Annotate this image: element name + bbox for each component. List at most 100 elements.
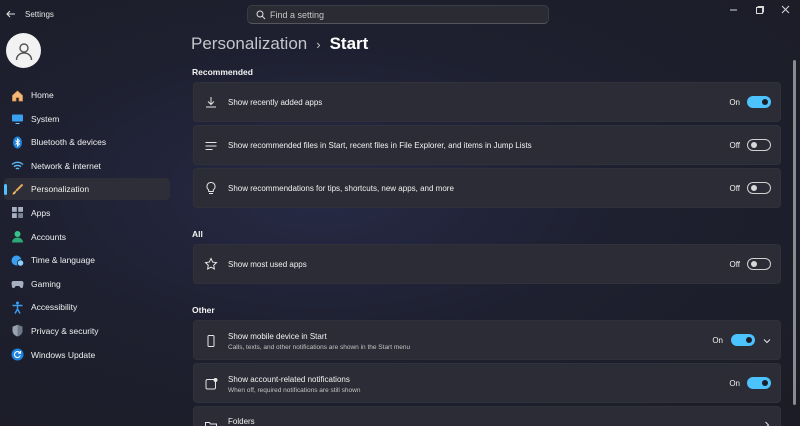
toggle-knob xyxy=(750,142,757,148)
download-icon xyxy=(204,95,218,109)
sidebar-item-label: Apps xyxy=(31,207,51,218)
search-box[interactable] xyxy=(247,5,549,24)
sidebar-item-label: Time & language xyxy=(31,255,95,266)
phone-icon xyxy=(204,334,218,348)
setting-account-notifications[interactable]: Show account-related notifications When … xyxy=(193,363,781,403)
back-button[interactable] xyxy=(4,7,18,21)
setting-description: When off, required notifications are sti… xyxy=(228,387,361,394)
globe-clock-icon xyxy=(11,254,24,267)
back-arrow-icon xyxy=(6,10,15,18)
accounts-icon xyxy=(11,230,24,243)
notification-dot-icon xyxy=(204,377,218,391)
sidebar-item-personalization[interactable]: Personalization xyxy=(4,178,170,201)
sidebar-item-apps[interactable]: Apps xyxy=(4,202,170,224)
breadcrumb-separator: › xyxy=(316,36,321,52)
setting-mobile-device[interactable]: Show mobile device in Start Calls, texts… xyxy=(193,320,781,360)
sidebar-item-label: System xyxy=(31,113,60,124)
brush-icon xyxy=(11,183,24,196)
toggle-state-text: Off xyxy=(729,141,740,150)
sidebar-item-time-language[interactable]: Time & language xyxy=(4,249,170,271)
setting-most-used-apps[interactable]: Show most used apps Off xyxy=(193,244,781,284)
shield-icon xyxy=(11,324,24,337)
sidebar-item-gaming[interactable]: Gaming xyxy=(4,273,170,295)
toggle-recently-added-apps[interactable] xyxy=(747,96,771,108)
setting-label: Show recently added apps xyxy=(228,98,323,107)
setting-folders[interactable]: Folders xyxy=(193,406,781,426)
sidebar-item-accessibility[interactable]: Accessibility xyxy=(4,296,170,318)
setting-label: Show recommended files in Start, recent … xyxy=(228,141,532,150)
toggle-recommendations-tips[interactable] xyxy=(747,182,771,194)
toggle-state-text: On xyxy=(729,379,740,388)
accessibility-icon xyxy=(11,301,24,314)
gamepad-icon xyxy=(11,277,24,290)
close-icon xyxy=(781,5,790,14)
restore-icon xyxy=(756,6,764,14)
setting-recommendations-tips[interactable]: Show recommendations for tips, shortcuts… xyxy=(193,168,781,208)
setting-label: Show recommendations for tips, shortcuts… xyxy=(228,184,454,193)
avatar[interactable] xyxy=(6,33,41,68)
sidebar-item-label: Accounts xyxy=(31,231,66,242)
toggle-knob xyxy=(762,99,768,105)
toggle-recommended-files[interactable] xyxy=(747,139,771,151)
setting-recently-added-apps[interactable]: Show recently added apps On xyxy=(193,82,781,122)
user-icon xyxy=(15,42,32,60)
update-icon xyxy=(11,348,24,361)
toggle-knob xyxy=(746,337,752,343)
toggle-mobile-device[interactable] xyxy=(731,334,755,346)
breadcrumb-parent[interactable]: Personalization xyxy=(191,34,307,54)
maximize-button[interactable] xyxy=(753,4,767,16)
section-title-other: Other xyxy=(192,305,215,315)
section-title-recommended: Recommended xyxy=(192,67,253,77)
setting-label: Folders xyxy=(228,417,255,426)
sidebar-item-windows-update[interactable]: Windows Update xyxy=(4,344,170,366)
page-title: Start xyxy=(329,34,369,53)
toggle-most-used-apps[interactable] xyxy=(747,258,771,270)
sidebar-item-privacy-security[interactable]: Privacy & security xyxy=(4,320,170,342)
search-input[interactable] xyxy=(270,8,540,22)
sidebar-item-label: Bluetooth & devices xyxy=(31,137,107,148)
toggle-knob xyxy=(750,185,757,191)
sidebar-item-label: Privacy & security xyxy=(31,325,99,336)
setting-label: Show most used apps xyxy=(228,260,307,269)
app-title: Settings xyxy=(25,10,54,19)
folder-icon xyxy=(204,419,218,426)
close-button[interactable] xyxy=(779,4,793,16)
system-icon xyxy=(11,112,24,125)
toggle-knob xyxy=(750,261,757,267)
title-bar: Settings xyxy=(0,0,800,30)
list-icon xyxy=(204,139,218,153)
section-title-all: All xyxy=(192,229,203,239)
star-icon xyxy=(204,257,218,271)
setting-description: Calls, texts, and other notifications ar… xyxy=(228,344,411,351)
sidebar-item-label: Accessibility xyxy=(31,302,78,313)
sidebar-item-system[interactable]: System xyxy=(4,108,170,130)
sidebar-item-label: Network & internet xyxy=(31,160,101,171)
breadcrumb: Personalization › Start xyxy=(191,34,368,54)
setting-recommended-files[interactable]: Show recommended files in Start, recent … xyxy=(193,125,781,165)
toggle-knob xyxy=(762,380,768,386)
apps-icon xyxy=(11,206,24,219)
toggle-state-text: Off xyxy=(729,260,740,269)
sidebar-item-network[interactable]: Network & internet xyxy=(4,155,170,177)
scrollbar-thumb[interactable] xyxy=(793,60,796,405)
sidebar-item-accounts[interactable]: Accounts xyxy=(4,226,170,248)
chevron-right-icon[interactable] xyxy=(762,420,772,426)
sidebar-item-label: Personalization xyxy=(31,184,90,195)
toggle-state-text: On xyxy=(712,336,723,345)
sidebar-item-bluetooth[interactable]: Bluetooth & devices xyxy=(4,131,170,153)
home-icon xyxy=(11,89,24,102)
minimize-button[interactable] xyxy=(727,4,741,16)
toggle-state-text: On xyxy=(729,98,740,107)
sidebar-nav: Home System Bluetooth & devices Network … xyxy=(4,84,170,367)
setting-label: Show mobile device in Start xyxy=(228,332,327,341)
sidebar-item-label: Home xyxy=(31,90,54,100)
chevron-down-icon[interactable] xyxy=(762,336,772,346)
sidebar-item-label: Windows Update xyxy=(31,349,96,360)
wifi-icon xyxy=(11,159,24,172)
sidebar-item-label: Gaming xyxy=(31,278,61,289)
lightbulb-icon xyxy=(204,181,218,195)
sidebar-item-home[interactable]: Home xyxy=(4,84,170,106)
toggle-account-notifications[interactable] xyxy=(747,377,771,389)
bluetooth-icon xyxy=(11,136,24,149)
setting-label: Show account-related notifications xyxy=(228,375,350,384)
